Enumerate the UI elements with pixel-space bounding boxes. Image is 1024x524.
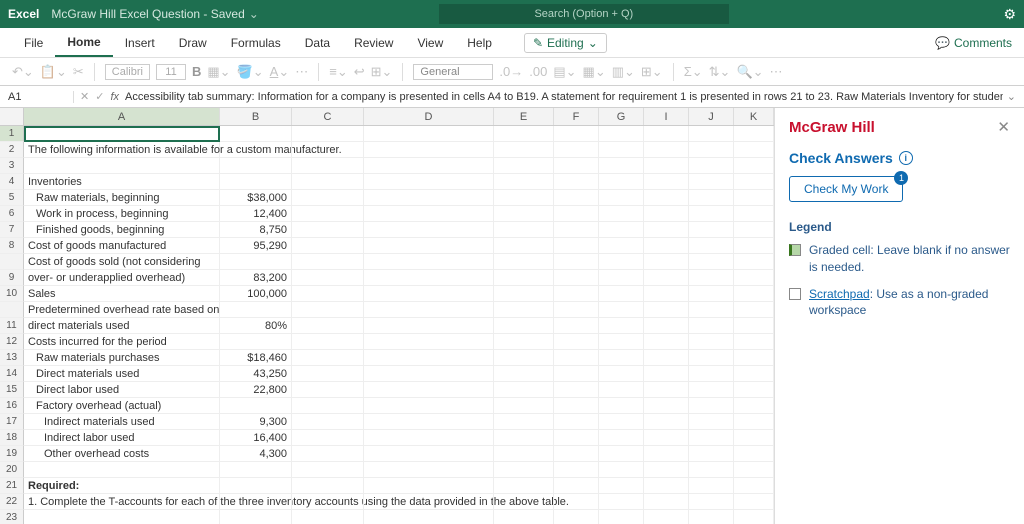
- sum-icon[interactable]: Σ⌄: [684, 64, 703, 80]
- border-icon[interactable]: ▦⌄: [207, 64, 230, 80]
- spreadsheet-grid[interactable]: A B C D E F G I J K 1 2The following inf…: [0, 108, 774, 524]
- graded-swatch-icon: [789, 244, 801, 256]
- tab-insert[interactable]: Insert: [113, 28, 167, 57]
- comments-button[interactable]: 💬 Comments: [935, 36, 1012, 50]
- tab-formulas[interactable]: Formulas: [219, 28, 293, 57]
- attempts-badge: 1: [894, 171, 908, 185]
- editing-mode-button[interactable]: ✎ Editing ⌄: [524, 33, 607, 53]
- ribbon-tabs: File Home Insert Draw Formulas Data Revi…: [0, 28, 1024, 58]
- search-input[interactable]: Search (Option + Q): [439, 4, 729, 24]
- title-bar: Excel McGraw Hill Excel Question - Saved…: [0, 0, 1024, 28]
- comment-icon: 💬: [935, 36, 950, 50]
- name-box[interactable]: A1: [4, 91, 74, 103]
- col-header-g[interactable]: G: [599, 108, 644, 125]
- check-my-work-button[interactable]: Check My Work 1: [789, 176, 903, 202]
- font-select[interactable]: Calibri: [105, 64, 150, 80]
- select-all-corner[interactable]: [0, 108, 24, 125]
- more2-icon[interactable]: ⋯: [770, 64, 783, 80]
- formula-expand-icon[interactable]: ⌄: [1003, 90, 1020, 103]
- tab-review[interactable]: Review: [342, 28, 405, 57]
- cond-format-icon[interactable]: ▤⌄: [553, 64, 576, 80]
- more-icon[interactable]: ⋯: [295, 64, 308, 80]
- col-header-k[interactable]: K: [734, 108, 774, 125]
- legend-title: Legend: [789, 220, 1010, 234]
- col-header-e[interactable]: E: [494, 108, 554, 125]
- app-name: Excel: [8, 7, 39, 21]
- number-format-select[interactable]: General: [413, 64, 493, 80]
- check-answers-title: Check Answers: [789, 150, 893, 166]
- dropdown-icon[interactable]: ⌄: [249, 7, 259, 21]
- ribbon-toolbar: ↶⌄ 📋⌄ ✂ Calibri 11 B ▦⌄ 🪣⌄ A⌄ ⋯ ≡⌄ ↩ ⊞⌄ …: [0, 58, 1024, 86]
- bold-button[interactable]: B: [192, 64, 201, 79]
- column-headers: A B C D E F G I J K: [0, 108, 774, 126]
- sort-icon[interactable]: ⇅⌄: [709, 64, 731, 80]
- tab-home[interactable]: Home: [55, 28, 112, 57]
- legend-graded-text: Graded cell: Leave blank if no answer is…: [809, 242, 1010, 276]
- legend-scratch-text: Scratchpad: Use as a non-graded workspac…: [809, 286, 1010, 320]
- cell-a1[interactable]: [24, 126, 220, 142]
- align-icon[interactable]: ≡⌄: [329, 64, 347, 80]
- info-icon[interactable]: i: [899, 151, 913, 165]
- brand-title: McGraw Hill: [789, 119, 875, 136]
- confirm-icon[interactable]: ✓: [95, 90, 104, 103]
- decimal-inc-icon[interactable]: .00: [529, 64, 547, 79]
- undo-icon[interactable]: ↶⌄: [12, 64, 34, 80]
- find-icon[interactable]: 🔍⌄: [736, 64, 763, 80]
- decimal-dec-icon[interactable]: .0→: [499, 64, 523, 79]
- cancel-icon[interactable]: ✕: [80, 90, 89, 103]
- tab-draw[interactable]: Draw: [167, 28, 219, 57]
- col-header-d[interactable]: D: [364, 108, 494, 125]
- col-header-i[interactable]: I: [644, 108, 689, 125]
- pencil-icon: ✎: [533, 36, 543, 50]
- col-header-f[interactable]: F: [554, 108, 599, 125]
- rows: 1 2The following information is availabl…: [0, 126, 774, 524]
- paste-icon[interactable]: 📋⌄: [40, 64, 67, 80]
- col-header-j[interactable]: J: [689, 108, 734, 125]
- col-header-b[interactable]: B: [220, 108, 292, 125]
- scratchpad-swatch-icon: [789, 288, 801, 300]
- merge-icon[interactable]: ⊞⌄: [371, 64, 393, 80]
- chevron-down-icon: ⌄: [588, 36, 598, 50]
- close-icon[interactable]: ✕: [997, 118, 1010, 136]
- table-style-icon[interactable]: ▦⌄: [583, 64, 606, 80]
- gear-icon[interactable]: ⚙: [1003, 6, 1016, 23]
- col-header-c[interactable]: C: [292, 108, 364, 125]
- tab-data[interactable]: Data: [293, 28, 342, 57]
- font-color-icon[interactable]: A⌄: [270, 64, 290, 80]
- insert-cells-icon[interactable]: ⊞⌄: [641, 64, 663, 80]
- cell-style-icon[interactable]: ▥⌄: [612, 64, 635, 80]
- document-name[interactable]: McGraw Hill Excel Question - Saved: [51, 7, 244, 21]
- formula-bar: A1 ✕ ✓ fx Accessibility tab summary: Inf…: [0, 86, 1024, 108]
- col-header-a[interactable]: A: [24, 108, 220, 125]
- scratchpad-link[interactable]: Scratchpad: [809, 287, 870, 301]
- tab-help[interactable]: Help: [455, 28, 504, 57]
- format-painter-icon[interactable]: ✂: [73, 64, 84, 80]
- tab-view[interactable]: View: [405, 28, 455, 57]
- formula-content[interactable]: Accessibility tab summary: Information f…: [125, 91, 1003, 103]
- fx-icon[interactable]: fx: [110, 91, 119, 103]
- fill-color-icon[interactable]: 🪣⌄: [237, 64, 264, 80]
- mcgraw-hill-panel: McGraw Hill ✕ Check Answers i Check My W…: [774, 108, 1024, 524]
- cell[interactable]: The following information is available f…: [24, 142, 220, 158]
- row-header[interactable]: 1: [0, 126, 24, 142]
- font-size-select[interactable]: 11: [156, 64, 186, 80]
- tab-file[interactable]: File: [12, 28, 55, 57]
- wrap-icon[interactable]: ↩: [354, 64, 365, 80]
